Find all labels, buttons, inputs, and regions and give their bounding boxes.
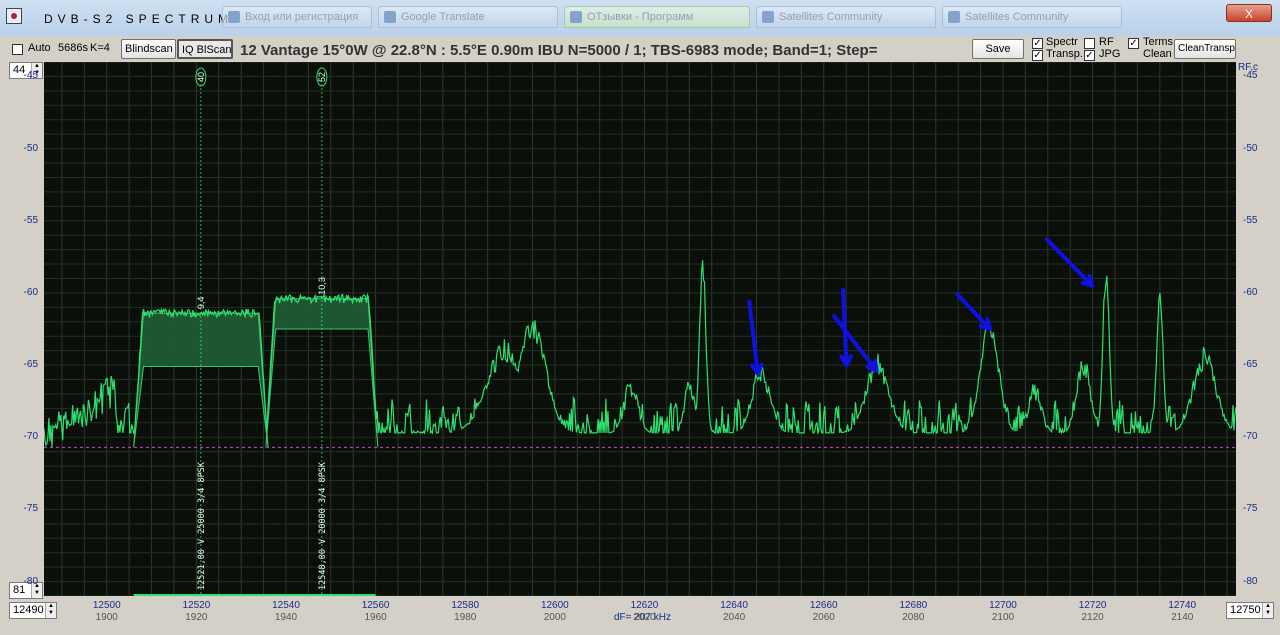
y-tick-label-left: -65	[23, 359, 38, 371]
x-tick-label: 12620	[630, 600, 659, 611]
transponder-snr: 10,3	[317, 277, 327, 295]
y-tick-label-right: -55	[1243, 214, 1258, 226]
spectr-label: Spectr	[1046, 36, 1078, 48]
taskbar-tab-2[interactable]: Google Translate	[378, 6, 558, 28]
spectrum-plot[interactable]: 40 9,4 12521,00 V 25000 3/4 8PSK 52 10,3 1254…	[43, 61, 1237, 597]
auto-label: Auto	[28, 42, 51, 54]
transp-label: Transp.	[1046, 48, 1083, 60]
jpg-label: JPG	[1099, 48, 1121, 60]
taskbar-tab-5[interactable]: Satellites Community	[942, 6, 1122, 28]
x-tick-label: 12640	[720, 600, 748, 611]
x-tick-label: 12540	[272, 600, 300, 611]
iq-blscan-button[interactable]: IQ BlScan	[177, 39, 233, 59]
x-tick-label: 12720	[1078, 600, 1107, 611]
rf-label: RF	[1099, 36, 1114, 48]
annotation-arrow	[955, 292, 992, 331]
x-tick-if-label: 2120	[1081, 612, 1104, 623]
x-tick-if-label: 2040	[722, 612, 746, 623]
x-tick-if-label: 2100	[991, 612, 1015, 623]
freq-start-value: 12490	[13, 604, 44, 616]
taskbar-tab-3[interactable]: ОТзывки - Программ	[564, 6, 750, 28]
auto-checkbox[interactable]	[12, 44, 23, 55]
x-tick-if-label: 1960	[364, 612, 387, 623]
clean-label: Clean	[1143, 48, 1172, 60]
spectr-checkbox[interactable]: ✓	[1032, 38, 1043, 49]
transponder-number: 52	[317, 72, 327, 82]
transponder-label: 12548,00 V 20000 3/4 8PSK	[318, 461, 328, 590]
x-tick-if-label: 2140	[1171, 612, 1194, 623]
transp-checkbox[interactable]: ✓	[1032, 50, 1043, 61]
x-tick-label: 12560	[361, 600, 390, 611]
y-tick-label-left: -70	[23, 431, 38, 443]
terms-label: Terms	[1143, 36, 1173, 48]
x-tick-label: 12680	[899, 600, 928, 611]
save-button[interactable]: Save	[972, 39, 1024, 59]
annotation-arrow	[832, 314, 879, 373]
x-tick-if-label: 1940	[274, 612, 298, 623]
satellite-info: 12 Vantage 15°0W @ 22.8°N : 5.5°E 0.90m …	[240, 42, 878, 59]
transponder-snr: 9,4	[196, 297, 206, 310]
y-tick-label-right: -60	[1243, 286, 1258, 298]
x-tick-if-label: 1920	[185, 612, 208, 623]
clean-transp-button[interactable]: CleanTransp	[1174, 39, 1236, 59]
x-tick-label: 12600	[540, 600, 569, 611]
x-tick-if-label: 1900	[95, 612, 118, 623]
y-tick-label-left: -80	[23, 575, 38, 587]
app-icon[interactable]	[6, 8, 22, 24]
close-button[interactable]: X	[1226, 4, 1272, 22]
spectrum-chart[interactable]: 40 9,4 12521,00 V 25000 3/4 8PSK 52 10,3 1254…	[43, 61, 1237, 597]
title-bar: DVB-S2 SPECTRUM Вход или регистрация Goo…	[0, 0, 1280, 36]
x-tick-label: 12580	[451, 600, 480, 611]
x-tick-if-label: 2000	[543, 612, 566, 623]
x-tick-if-label: 2020	[633, 612, 656, 623]
y-tick-label-right: -70	[1243, 431, 1258, 443]
x-tick-if-label: 2060	[812, 612, 835, 623]
terms-checkbox[interactable]: ✓	[1128, 38, 1139, 49]
x-tick-if-label: 1980	[454, 612, 477, 623]
y-tick-label-left: -55	[23, 214, 38, 226]
y-tick-label-left: -75	[23, 503, 38, 515]
jpg-checkbox[interactable]: ✓	[1084, 50, 1095, 61]
rf-checkbox[interactable]	[1084, 38, 1095, 49]
y-tick-label-left: -50	[23, 142, 38, 154]
x-tick-label: 12660	[809, 600, 838, 611]
k-value: K=4	[90, 42, 110, 54]
window-title: DVB-S2 SPECTRUM	[44, 12, 234, 26]
y-tick-label-right: -65	[1243, 359, 1258, 371]
freq-end-value: 12750	[1230, 604, 1261, 616]
y-tick-label-right: -50	[1243, 142, 1258, 154]
freq-start-spinner[interactable]: 12490 ▲ ▼	[9, 602, 57, 619]
spin-arrows-icon[interactable]: ▲ ▼	[45, 603, 56, 618]
y-tick-label-left: -60	[23, 286, 38, 298]
taskbar-tab-1[interactable]: Вход или регистрация	[222, 6, 372, 28]
x-tick-if-label: 2080	[902, 612, 925, 623]
spin-arrows-icon[interactable]: ▲ ▼	[1262, 603, 1273, 618]
y-tick-label-left: -45	[23, 70, 38, 82]
x-tick-label: 12740	[1168, 600, 1197, 611]
taskbar-tab-4[interactable]: Satellites Community	[756, 6, 936, 28]
x-tick-label: 12700	[989, 600, 1017, 611]
transponder-label: 12521,00 V 25000 3/4 8PSK	[197, 461, 207, 590]
y-tick-label-right: -45	[1243, 70, 1258, 82]
transponder-number: 40	[196, 72, 206, 82]
freq-end-spinner[interactable]: 12750 ▲ ▼	[1226, 602, 1274, 619]
y-tick-label-right: -75	[1243, 503, 1258, 515]
y-tick-label-right: -80	[1243, 575, 1258, 587]
scan-time: 5686s	[58, 42, 88, 54]
blindscan-button[interactable]: Blindscan	[121, 39, 176, 59]
x-tick-label: 12500	[92, 600, 121, 611]
x-tick-label: 12520	[182, 600, 211, 611]
